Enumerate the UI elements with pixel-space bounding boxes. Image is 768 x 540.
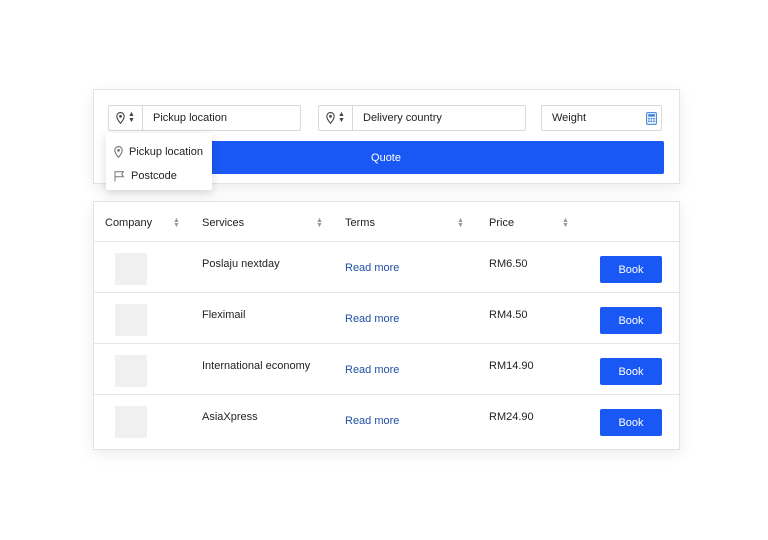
pin-icon (116, 112, 125, 124)
dropdown-item-label: Pickup location (129, 146, 203, 158)
delivery-country-field[interactable]: ▲ ▼ Delivery country (318, 105, 526, 131)
terms-read-more-link[interactable]: Read more (345, 262, 399, 274)
sort-icon[interactable]: ▲ ▼ (457, 217, 464, 229)
table-row: Fleximail Read more RM4.50 Book (94, 293, 679, 344)
terms-read-more-link[interactable]: Read more (345, 313, 399, 325)
service-name: International economy (202, 360, 311, 372)
table-row: AsiaXpress Read more RM24.90 Book (94, 395, 679, 446)
service-name: Fleximail (202, 309, 246, 321)
sort-updown-icon: ▲ ▼ (128, 111, 135, 124)
calculator-icon[interactable] (646, 112, 657, 125)
company-logo (115, 406, 147, 438)
terms-read-more-link[interactable]: Read more (345, 364, 399, 376)
company-logo (115, 304, 147, 336)
book-button[interactable]: Book (600, 307, 662, 334)
delivery-country-input[interactable]: Delivery country (353, 112, 525, 124)
price-value: RM24.90 (489, 411, 534, 423)
pin-icon (326, 112, 335, 124)
column-header-terms[interactable]: Terms (345, 217, 375, 229)
service-name: AsiaXpress (202, 411, 258, 423)
weight-input[interactable]: Weight (542, 112, 661, 124)
flag-icon (114, 170, 125, 182)
pickup-type-selector[interactable]: ▲ ▼ (109, 106, 143, 130)
pin-icon (114, 146, 123, 158)
price-value: RM14.90 (489, 360, 534, 372)
column-header-company[interactable]: Company (105, 217, 152, 229)
pickup-location-input[interactable]: Pickup location (143, 112, 300, 124)
book-button[interactable]: Book (600, 358, 662, 385)
service-name: Poslaju nextday (202, 258, 280, 270)
table-row: Poslaju nextday Read more RM6.50 Book (94, 242, 679, 293)
dropdown-item-pickup-location[interactable]: Pickup location (106, 140, 212, 164)
company-logo (115, 253, 147, 285)
sort-updown-icon: ▲ ▼ (338, 111, 345, 124)
sort-icon[interactable]: ▲ ▼ (316, 217, 323, 229)
book-button[interactable]: Book (600, 256, 662, 283)
table-header: Company ▲ ▼ Services ▲ ▼ Terms ▲ ▼ Price ▲ ▼ (94, 202, 679, 242)
company-logo (115, 355, 147, 387)
delivery-type-selector[interactable]: ▲ ▼ (319, 106, 353, 130)
book-button[interactable]: Book (600, 409, 662, 436)
dropdown-item-postcode[interactable]: Postcode (106, 164, 212, 188)
pickup-type-dropdown: Pickup location Postcode (106, 133, 212, 190)
column-header-price[interactable]: Price (489, 217, 514, 229)
terms-read-more-link[interactable]: Read more (345, 415, 399, 427)
pickup-location-field[interactable]: ▲ ▼ Pickup location (108, 105, 301, 131)
weight-field[interactable]: Weight (541, 105, 662, 131)
sort-icon[interactable]: ▲ ▼ (562, 217, 569, 229)
results-table: Company ▲ ▼ Services ▲ ▼ Terms ▲ ▼ Price ▲ ▼… (93, 201, 680, 450)
table-row: International economy Read more RM14.90 … (94, 344, 679, 395)
dropdown-item-label: Postcode (131, 170, 177, 182)
sort-icon[interactable]: ▲ ▼ (173, 217, 180, 229)
price-value: RM6.50 (489, 258, 528, 270)
column-header-services[interactable]: Services (202, 217, 244, 229)
price-value: RM4.50 (489, 309, 528, 321)
